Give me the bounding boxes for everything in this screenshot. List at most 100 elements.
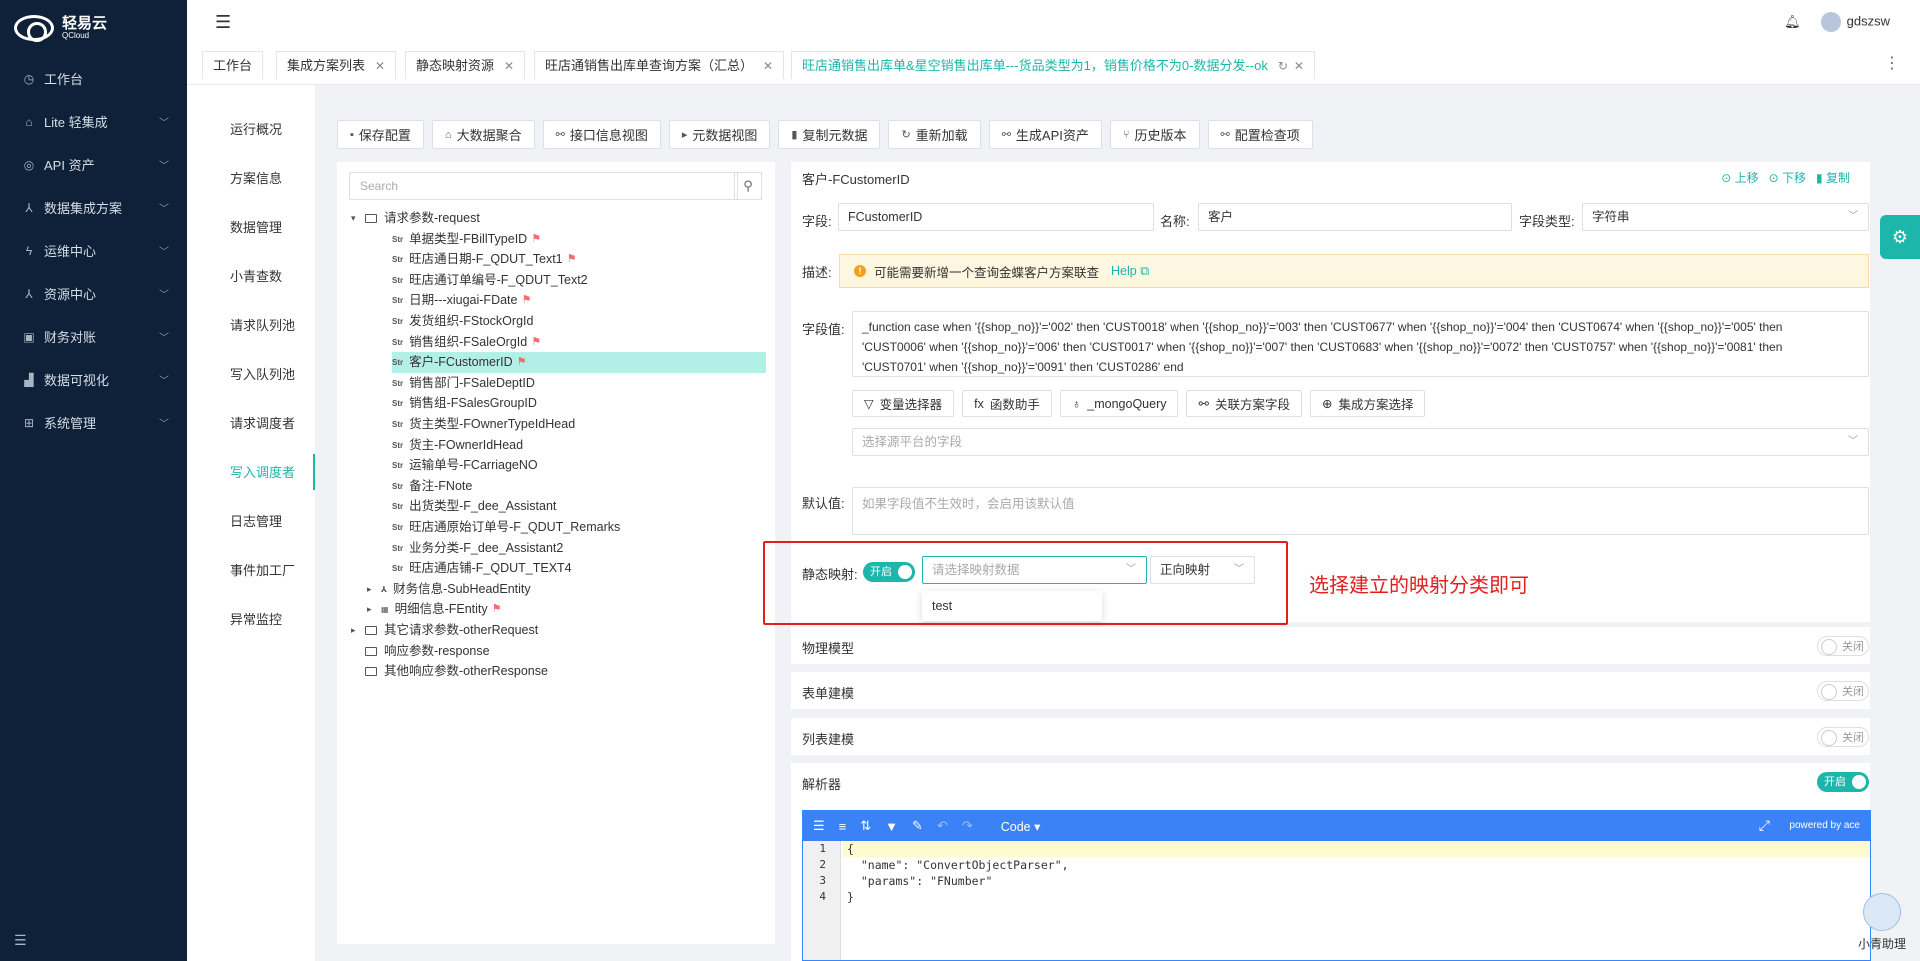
format-icon[interactable]: ☰ xyxy=(813,818,825,834)
type-select[interactable]: 字符串 ﹀ xyxy=(1582,203,1869,231)
tree-node[interactable]: Str 备注-FNote xyxy=(392,476,472,497)
subnav-item[interactable]: 请求队列池 xyxy=(187,301,315,350)
caret-right-icon[interactable]: ▸ xyxy=(367,599,381,620)
move-up-button[interactable]: ⊙ 上移 xyxy=(1721,169,1758,186)
fullscreen-icon[interactable]: ⤢ xyxy=(1759,817,1770,834)
caret-right-icon[interactable]: ▸ xyxy=(367,579,381,600)
help-link[interactable]: Help ⧉ xyxy=(1111,264,1149,279)
toolbar-button[interactable]: ↻ 重新加载 xyxy=(888,120,981,149)
toolbar-button[interactable]: ⚯ 配置检查项 xyxy=(1207,120,1313,149)
subnav-item[interactable]: 数据管理 xyxy=(187,203,315,252)
tree-node[interactable]: ▾ 请求参数-request xyxy=(351,208,480,229)
subnav-item[interactable]: 运行概况 xyxy=(187,105,315,154)
tree-node[interactable]: Str 旺店通原始订单号-F_QDUT_Remarks xyxy=(392,517,620,538)
assistant-widget[interactable]: 小青助理 xyxy=(1852,893,1912,952)
form-model-switch[interactable]: 关闭 xyxy=(1817,681,1869,701)
undo-icon[interactable]: ↶ xyxy=(937,818,948,834)
tree-node[interactable]: Str 运输单号-FCarriageNO xyxy=(392,455,538,476)
tab-current-solution[interactable]: 旺店通销售出库单&星空销售出库单---货品类型为1，销售价格不为0-数据分发--… xyxy=(791,51,1315,79)
tree-node[interactable]: Str 发货组织-FStockOrgId xyxy=(392,311,533,332)
toolbar-button[interactable]: ▮ 复制元数据 xyxy=(778,120,881,149)
tree-node[interactable]: ▸ 其它请求参数-otherRequest xyxy=(351,620,538,641)
sidebar-item[interactable]: ▟ 数据可视化 ﹀ xyxy=(0,358,187,401)
sort-icon[interactable]: ⇅ xyxy=(860,818,871,834)
bell-icon[interactable]: 🔔︎ xyxy=(1784,14,1801,30)
tree-node[interactable]: ▸ ▦ 明细信息-FEntity ⚑ xyxy=(367,599,502,620)
toolbar-button[interactable]: ▸ 元数据视图 xyxy=(668,120,771,149)
tree-node[interactable]: 响应参数-response xyxy=(351,641,490,662)
tab-solution-list[interactable]: 集成方案列表 ✕ xyxy=(276,51,397,79)
tree-node[interactable]: Str 销售部门-FSaleDeptID xyxy=(392,373,535,394)
parser-code-editor[interactable]: ☰ ≡ ⇅ ▼ ✎ ↶ ↷ Code ▾ ⤢ powered by ace 1 2… xyxy=(802,810,1871,961)
close-icon[interactable]: ✕ xyxy=(763,59,773,73)
tree-node[interactable]: Str 出货类型-F_dee_Assistant xyxy=(392,496,556,517)
search-icon[interactable]: ⚲ xyxy=(734,172,762,200)
tree-node[interactable]: Str 销售组织-FSaleOrgId ⚑ xyxy=(392,332,541,353)
helper-button[interactable]: ⊕ 集成方案选择 xyxy=(1309,390,1426,417)
toolbar-button[interactable]: ⚯ 生成API资产 xyxy=(988,120,1102,149)
subnav-item[interactable]: 方案信息 xyxy=(187,154,315,203)
subnav-item[interactable]: 写入队列池 xyxy=(187,350,315,399)
refresh-icon[interactable]: ↻ xyxy=(1278,59,1288,73)
toolbar-button[interactable]: ⚯ 接口信息视图 xyxy=(542,120,661,149)
list-model-switch[interactable]: 关闭 xyxy=(1817,727,1869,747)
tree-node[interactable]: Str 货主-FOwnerIdHead xyxy=(392,435,523,456)
tree-node[interactable]: Str 客户-FCustomerID ⚑ xyxy=(392,352,766,374)
helper-button[interactable]: ♁ _mongoQuery xyxy=(1059,390,1179,417)
settings-gear-icon[interactable]: ⚙ xyxy=(1880,215,1920,259)
repair-icon[interactable]: ✎ xyxy=(912,818,923,834)
subnav-item[interactable]: 写入调度者 xyxy=(187,448,315,497)
compact-icon[interactable]: ≡ xyxy=(839,819,847,834)
value-textarea[interactable]: _function case when '{{shop_no}}'='002' … xyxy=(852,311,1869,377)
copy-button[interactable]: ▮ 复制 xyxy=(1816,169,1850,186)
tree-node[interactable]: 其他响应参数-otherResponse xyxy=(351,661,548,682)
helper-button[interactable]: ⚯ 关联方案字段 xyxy=(1186,390,1302,417)
more-icon[interactable]: ⋮ xyxy=(1884,53,1900,73)
user-menu[interactable]: gdszsw xyxy=(1820,12,1890,32)
logo[interactable]: 轻易云 QCloud xyxy=(0,0,187,56)
sidebar-item[interactable]: ⅄ 资源中心 ﹀ xyxy=(0,272,187,315)
tree-node[interactable]: Str 旺店通订单编号-F_QDUT_Text2 xyxy=(392,270,588,291)
helper-button[interactable]: ▽ 变量选择器 xyxy=(852,390,955,417)
subnav-item[interactable]: 事件加工厂 xyxy=(187,546,315,595)
tree-node[interactable]: Str 业务分类-F_dee_Assistant2 xyxy=(392,538,563,559)
search-input[interactable]: Search xyxy=(349,172,738,200)
close-icon[interactable]: ✕ xyxy=(1294,59,1304,73)
collapse-icon[interactable]: ☰ xyxy=(14,932,27,949)
caret-down-icon[interactable]: ▾ xyxy=(351,208,365,229)
subnav-item[interactable]: 日志管理 xyxy=(187,497,315,546)
tree-node[interactable]: Str 销售组-FSalesGroupID xyxy=(392,393,537,414)
toolbar-button[interactable]: ▪ 保存配置 xyxy=(337,120,424,149)
close-icon[interactable]: ✕ xyxy=(504,59,514,73)
source-field-select[interactable]: 选择源平台的字段 ﹀ xyxy=(852,428,1869,456)
mode-select[interactable]: Code ▾ xyxy=(1001,819,1041,834)
sidebar-item[interactable]: ⌂ Lite 轻集成 ﹀ xyxy=(0,100,187,143)
sidebar-item[interactable]: ◎ API 资产 ﹀ xyxy=(0,143,187,186)
tab-static-map[interactable]: 静态映射资源 ✕ xyxy=(405,51,526,79)
tab-wdt-query[interactable]: 旺店通销售出库单查询方案（汇总） ✕ xyxy=(534,51,785,79)
sidebar-item[interactable]: ⅄ 数据集成方案 ﹀ xyxy=(0,186,187,229)
subnav-item[interactable]: 异常监控 xyxy=(187,595,315,644)
subnav-item[interactable]: 请求调度者 xyxy=(187,399,315,448)
close-icon[interactable]: ✕ xyxy=(375,59,385,73)
tree-node[interactable]: Str 单据类型-FBillTypeID ⚑ xyxy=(392,229,541,250)
tree-node[interactable]: Str 货主类型-FOwnerTypeIdHead xyxy=(392,414,575,435)
tree-node[interactable]: ▸ ⅄ 财务信息-SubHeadEntity xyxy=(367,579,531,600)
tree-node[interactable]: Str 旺店通日期-F_QDUT_Text1 ⚑ xyxy=(392,249,577,270)
sidebar-item[interactable]: ϟ 运维中心 ﹀ xyxy=(0,229,187,272)
sidebar-item[interactable]: ⊞ 系统管理 ﹀ xyxy=(0,401,187,444)
default-textarea[interactable]: 如果字段值不生效时，会启用该默认值 xyxy=(852,487,1869,535)
toolbar-button[interactable]: ⌂ 大数据聚合 xyxy=(431,120,535,149)
redo-icon[interactable]: ↷ xyxy=(962,818,973,834)
parser-switch[interactable]: 开启 xyxy=(1817,772,1869,792)
filter-icon[interactable]: ▼ xyxy=(885,819,898,834)
tab-workbench[interactable]: 工作台 xyxy=(202,51,264,79)
tree-node[interactable]: Str 旺店通店铺-F_QDUT_TEXT4 xyxy=(392,558,572,579)
name-input[interactable]: 客户 xyxy=(1198,203,1512,231)
caret-right-icon[interactable]: ▸ xyxy=(351,620,365,641)
physical-model-switch[interactable]: 关闭 xyxy=(1817,636,1869,656)
move-down-button[interactable]: ⊙ 下移 xyxy=(1769,169,1806,186)
sidebar-item[interactable]: ◷ 工作台 xyxy=(0,57,187,100)
menu-toggle-icon[interactable]: ☰ xyxy=(215,12,231,33)
toolbar-button[interactable]: ⑂ 历史版本 xyxy=(1109,120,1200,149)
